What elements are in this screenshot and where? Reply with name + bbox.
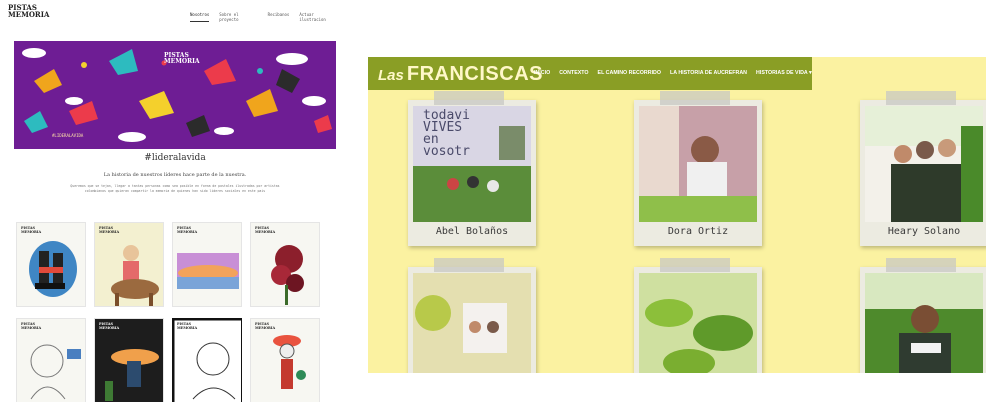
tape	[886, 91, 956, 105]
postcard-flowers[interactable]: PISTAS MEMORIA	[250, 222, 320, 307]
nav-item-nosotros[interactable]: Nosotros	[190, 12, 210, 22]
postcard-illustration	[105, 349, 159, 401]
card-logo: PISTAS MEMORIA	[21, 322, 42, 330]
hero-caption: #LIDERALAVIDA	[52, 133, 84, 138]
nav-item-inicio[interactable]: INICIO	[534, 70, 550, 76]
postcard-illustration	[30, 344, 81, 400]
page-subtitle: La historia de nuestros líderes hace par…	[103, 172, 247, 178]
hero-banner: PISTAS MEMORIA #LIDERALAVIDA	[14, 41, 336, 149]
polaroid-photo: todavi VIVES en vosotr	[413, 106, 531, 222]
nav-item-contexto[interactable]: CONTEXTO	[559, 70, 588, 76]
polaroid-photo	[413, 273, 531, 373]
wall-graffiti: todavi VIVES en vosotr	[423, 109, 470, 159]
card-logo: PISTAS MEMORIA	[255, 322, 276, 330]
postcard-illustration	[177, 253, 239, 289]
person-name: Dora Ortiz	[667, 226, 729, 237]
card-logo-line: MEMORIA	[255, 325, 276, 330]
card-logo-line: MEMORIA	[21, 325, 42, 330]
postcard-hat-figure[interactable]: PISTAS MEMORIA	[94, 318, 164, 402]
card-logo: PISTAS MEMORIA	[255, 226, 276, 234]
postcard-illustration	[173, 319, 241, 402]
polaroid-card[interactable]: todavi VIVES en vosotr Abel Bolaños	[408, 91, 536, 246]
main-nav: INICIO CONTEXTO EL CAMINO RECORRIDO LA H…	[534, 70, 812, 76]
postcard-illustration	[29, 241, 77, 297]
intro-paragraph: Queremos que se tejan, llegar a tantas p…	[70, 184, 280, 193]
header-bar: Las FRANCISCAS INICIO CONTEXTO EL CAMINO …	[368, 57, 812, 90]
brand-name: FRANCISCAS	[406, 63, 543, 85]
nav-item-historia-aucrefran[interactable]: LA HISTORIA DE AUCREFRAN	[670, 70, 747, 76]
polaroid-card[interactable]	[408, 258, 536, 373]
card-logo: PISTAS MEMORIA	[177, 322, 198, 330]
polaroid-card[interactable]	[860, 258, 986, 373]
nav-item-sobre-el-proyecto[interactable]: Sobre el proyecto	[219, 12, 257, 22]
tape	[660, 258, 730, 272]
card-logo-line: MEMORIA	[177, 229, 198, 234]
photo-illustration	[865, 106, 983, 222]
page-title: #lideralavida	[144, 153, 206, 163]
brand-las: Las	[378, 67, 404, 84]
postcard-skeleton[interactable]: PISTAS MEMORIA	[250, 318, 320, 402]
nav-item-recibanos[interactable]: Recibanos	[268, 12, 290, 22]
site-logo[interactable]: PISTAS MEMORIA	[8, 4, 50, 19]
polaroid-card[interactable]	[634, 258, 762, 373]
postcard-illustration	[111, 245, 159, 306]
tape	[886, 258, 956, 272]
nav-item-historias-de-vida[interactable]: HISTORIAS DE VIDA ▾	[756, 70, 812, 76]
card-logo: PISTAS MEMORIA	[21, 226, 42, 234]
person-name: Heary Solano	[887, 226, 961, 237]
card-logo-line: MEMORIA	[177, 325, 198, 330]
polaroid-photo	[865, 273, 983, 373]
postcard-boots[interactable]: PISTAS MEMORIA	[16, 222, 86, 307]
las-franciscas-site: Las FRANCISCAS INICIO CONTEXTO EL CAMINO …	[368, 57, 986, 373]
postcard-line-portrait[interactable]: PISTAS MEMORIA	[172, 318, 242, 402]
card-logo-line: MEMORIA	[21, 229, 42, 234]
pistas-memoria-site: PISTAS MEMORIA Nosotros Sobre el proyect…	[0, 0, 340, 402]
photo-illustration	[639, 106, 757, 222]
postcard-illustration	[271, 245, 304, 305]
polaroid-photo	[639, 273, 757, 373]
card-logo: PISTAS MEMORIA	[177, 226, 198, 234]
photo-illustration	[865, 273, 983, 373]
polaroid-card[interactable]: Dora Ortiz	[634, 91, 762, 246]
nav-item-camino-recorrido[interactable]: EL CAMINO RECORRIDO	[598, 70, 661, 76]
postcard-sunset[interactable]: PISTAS MEMORIA	[172, 222, 242, 307]
polaroid-photo	[639, 106, 757, 222]
logo-line: MEMORIA	[8, 10, 50, 19]
graffiti-line: vosotr	[423, 144, 470, 159]
tape	[660, 91, 730, 105]
photo-illustration	[413, 273, 531, 373]
card-logo-line: MEMORIA	[255, 229, 276, 234]
card-logo: PISTAS MEMORIA	[99, 226, 120, 234]
card-logo-line: MEMORIA	[99, 229, 120, 234]
tape	[434, 91, 504, 105]
hero-logo: PISTAS MEMORIA	[164, 53, 200, 65]
hero-logo-line: MEMORIA	[164, 58, 200, 65]
card-logo: PISTAS MEMORIA	[99, 322, 120, 330]
person-name: Abel Bolaños	[435, 226, 509, 237]
site-brand[interactable]: Las FRANCISCAS	[378, 63, 543, 86]
photo-illustration	[639, 273, 757, 373]
top-nav: Nosotros Sobre el proyecto Recibanos Act…	[190, 12, 340, 22]
polaroid-photo	[865, 106, 983, 222]
postcard-portrait-sketch[interactable]: PISTAS MEMORIA	[16, 318, 86, 402]
tape	[434, 258, 504, 272]
postcard-horse-rider[interactable]: PISTAS MEMORIA	[94, 222, 164, 307]
nav-item-actuar-ilustracion[interactable]: Actuar ilustracion	[299, 12, 340, 22]
postcard-illustration	[273, 335, 306, 389]
card-logo-line: MEMORIA	[99, 325, 120, 330]
polaroid-card[interactable]: Heary Solano	[860, 91, 986, 246]
